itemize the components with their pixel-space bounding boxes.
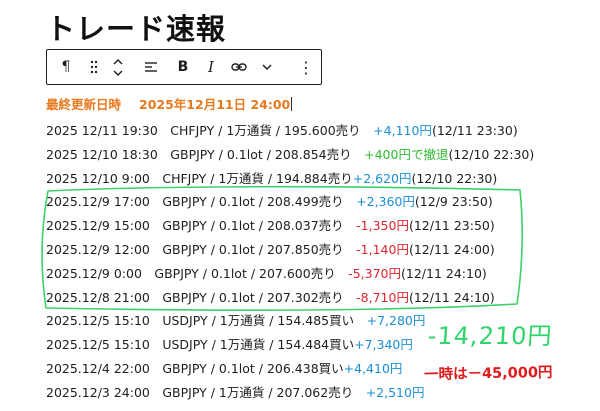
trade-close-time: (12/11 24:00) bbox=[408, 242, 495, 257]
trade-result: -8,710円 bbox=[356, 289, 409, 305]
page-title: トレード速報 bbox=[46, 12, 227, 46]
trade-details: 2025.12/9 17:00 GBPJPY / 0.1lot / 208.49… bbox=[46, 194, 357, 210]
last-updated-value: 2025年12月11日 24:00 bbox=[139, 97, 291, 112]
trade-result: +2,510円 bbox=[365, 384, 425, 400]
paragraph-icon: ¶ bbox=[61, 59, 71, 75]
trade-result: +400円で撤退 bbox=[364, 146, 449, 162]
last-updated-label: 最終更新日時 bbox=[46, 97, 122, 112]
trade-close-time: (12/10 22:30) bbox=[411, 170, 498, 186]
align-left-icon bbox=[144, 62, 157, 72]
trade-details: 2025 12/10 9:00 CHFJPY / 1万通貨 / 194.884売… bbox=[46, 170, 353, 186]
trade-row: 2025 12/11 19:30 CHFJPY / 1万通貨 / 195.600… bbox=[46, 120, 518, 139]
drag-handle[interactable] bbox=[85, 50, 103, 84]
link-icon bbox=[231, 63, 247, 71]
trade-result: +7,340円 bbox=[354, 337, 413, 353]
trade-row: 2025.12/3 24:00 GBPJPY / 1万通貨 / 207.062売… bbox=[46, 382, 424, 401]
options-group: ⋮ bbox=[288, 50, 324, 84]
trade-row: 2025.12/9 15:00 GBPJPY / 0.1lot / 208.03… bbox=[46, 215, 495, 234]
trade-details: 2025.12/9 15:00 GBPJPY / 0.1lot / 208.03… bbox=[46, 218, 357, 234]
trade-details: 2025.12/8 21:00 GBPJPY / 0.1lot / 207.30… bbox=[46, 289, 357, 305]
move-up-icon[interactable] bbox=[112, 58, 124, 66]
more-vertical-icon: ⋮ bbox=[298, 57, 314, 77]
bold-button[interactable]: B bbox=[168, 50, 198, 84]
last-updated[interactable]: 最終更新日時 2025年12月11日 24:00 bbox=[46, 94, 293, 113]
trade-row: 2025.12/9 12:00 GBPJPY / 0.1lot / 207.85… bbox=[46, 239, 495, 258]
trade-close-time: (12/9 23:50) bbox=[414, 194, 493, 210]
more-formats-button[interactable] bbox=[254, 50, 280, 84]
align-button[interactable] bbox=[133, 50, 168, 84]
trade-result: -1,140円 bbox=[356, 242, 409, 257]
paragraph-block-button[interactable]: ¶ bbox=[47, 50, 85, 84]
italic-button[interactable]: I bbox=[198, 50, 224, 84]
trade-details: 2025 12/11 19:30 CHFJPY / 1万通貨 / 195.600… bbox=[46, 123, 374, 138]
trade-row: 2025.12/4 22:00 GBPJPY / 0.1lot / 206.43… bbox=[46, 358, 402, 377]
format-group: B I bbox=[168, 50, 280, 84]
handwritten-note: 一時は－45,000円 bbox=[423, 364, 553, 384]
trade-row: 2025 12/10 18:30 GBPJPY / 0.1lot / 208.8… bbox=[46, 144, 534, 163]
trade-details: 2025.12/9 0:00 GBPJPY / 0.1lot / 207.600… bbox=[46, 265, 349, 281]
trade-row: 2025.12/5 15:10 USDJPY / 1万通貨 / 154.485買… bbox=[46, 310, 425, 329]
link-button[interactable] bbox=[224, 50, 254, 84]
text-cursor bbox=[291, 97, 293, 111]
move-down-icon[interactable] bbox=[112, 69, 124, 77]
trade-close-time: (12/11 23:50) bbox=[408, 218, 495, 234]
trade-details: 2025.12/5 15:10 USDJPY / 1万通貨 / 154.484買… bbox=[46, 337, 355, 353]
trade-close-time: (12/11 24:10) bbox=[401, 265, 487, 281]
trade-row: 2025 12/10 9:00 CHFJPY / 1万通貨 / 194.884売… bbox=[46, 168, 497, 187]
trade-result: +2,360円 bbox=[356, 194, 415, 210]
alignment-group bbox=[133, 50, 168, 84]
italic-icon: I bbox=[208, 58, 214, 76]
trade-details: 2025.12/4 22:00 GBPJPY / 0.1lot / 206.43… bbox=[46, 361, 344, 376]
trade-details: 2025 12/10 18:30 GBPJPY / 0.1lot / 208.8… bbox=[46, 146, 365, 162]
block-toolbar: ¶ B I ⋮ bbox=[46, 49, 322, 85]
trade-result: +4,410円 bbox=[343, 361, 403, 376]
trade-row: 2025.12/9 17:00 GBPJPY / 0.1lot / 208.49… bbox=[46, 191, 493, 210]
trade-row: 2025.12/8 21:00 GBPJPY / 0.1lot / 207.30… bbox=[46, 287, 495, 306]
drag-handle-icon bbox=[90, 60, 98, 74]
trade-result: +2,620円 bbox=[352, 170, 412, 186]
trade-details: 2025.12/3 24:00 GBPJPY / 1万通貨 / 207.062売… bbox=[46, 384, 366, 400]
trade-result: +7,280円 bbox=[366, 313, 426, 329]
trade-details: 2025.12/5 15:10 USDJPY / 1万通貨 / 154.485買… bbox=[46, 313, 367, 329]
bold-icon: B bbox=[177, 59, 189, 75]
move-block-buttons bbox=[103, 50, 133, 84]
chevron-down-icon bbox=[262, 64, 272, 71]
trade-result: -1,350円 bbox=[356, 218, 409, 234]
block-controls-group: ¶ bbox=[47, 50, 133, 84]
trade-close-time: (12/11 23:30) bbox=[431, 123, 518, 138]
trade-row: 2025.12/5 15:10 USDJPY / 1万通貨 / 154.484買… bbox=[46, 334, 413, 353]
trade-result: +4,110円 bbox=[373, 123, 432, 138]
handwritten-total: -14,210円 bbox=[426, 322, 554, 350]
trade-details: 2025.12/9 12:00 GBPJPY / 0.1lot / 207.85… bbox=[46, 242, 357, 257]
trade-close-time: (12/10 22:30) bbox=[448, 146, 535, 162]
trade-row: 2025.12/9 0:00 GBPJPY / 0.1lot / 207.600… bbox=[46, 263, 487, 282]
trade-close-time: (12/11 24:10) bbox=[408, 289, 495, 305]
trade-result: -5,370円 bbox=[348, 265, 401, 281]
options-button[interactable]: ⋮ bbox=[288, 50, 324, 84]
